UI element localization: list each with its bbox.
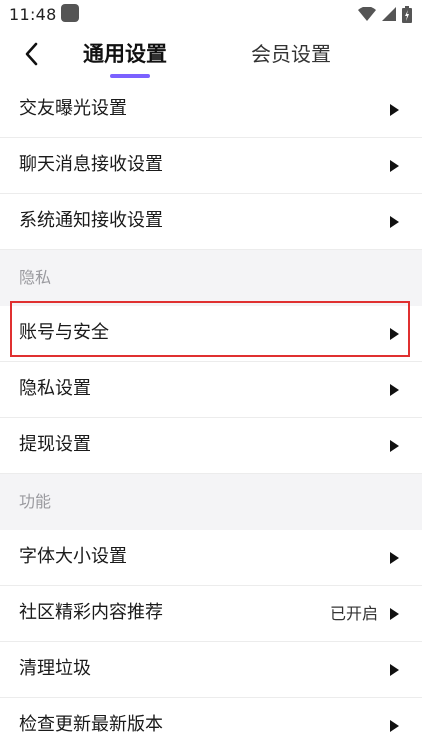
section-header-privacy: 隐私: [0, 250, 422, 306]
tab-general-settings[interactable]: 通用设置: [83, 40, 167, 68]
chevron-left-icon: [25, 42, 38, 66]
header: 通用设置 会员设置: [0, 28, 422, 82]
row-community-recommendation[interactable]: 社区精彩内容推荐 已开启: [0, 586, 422, 642]
battery-icon: [402, 5, 412, 23]
row-label: 聊天消息接收设置: [19, 154, 163, 175]
section-label: 功能: [19, 492, 52, 511]
wifi-icon: [358, 7, 376, 21]
arrow-right-icon: [390, 664, 399, 676]
arrow-right-icon: [390, 216, 399, 228]
row-font-size-settings[interactable]: 字体大小设置: [0, 530, 422, 586]
row-label: 检查更新最新版本: [19, 714, 163, 735]
status-time: 11:48: [9, 5, 57, 24]
active-tab-indicator: [110, 74, 150, 78]
arrow-right-icon: [390, 328, 399, 340]
row-clear-cache[interactable]: 清理垃圾: [0, 642, 422, 698]
row-label: 账号与安全: [19, 322, 109, 343]
section-label: 隐私: [19, 268, 52, 287]
row-label: 隐私设置: [19, 378, 91, 399]
row-label: 提现设置: [19, 434, 91, 455]
arrow-right-icon: [390, 440, 399, 452]
row-label: 社区精彩内容推荐: [19, 602, 163, 623]
row-privacy-settings[interactable]: 隐私设置: [0, 362, 422, 418]
status-bar: 11:48: [0, 0, 422, 28]
settings-list: 交友曝光设置 聊天消息接收设置 系统通知接收设置 隐私 账号与安全 隐私设置 提…: [0, 82, 422, 750]
row-exposure-settings[interactable]: 交友曝光设置: [0, 82, 422, 138]
signal-icon: [382, 7, 396, 21]
row-chat-message-settings[interactable]: 聊天消息接收设置: [0, 138, 422, 194]
row-withdraw-settings[interactable]: 提现设置: [0, 418, 422, 474]
arrow-right-icon: [390, 160, 399, 172]
app-notification-icon: [61, 4, 79, 22]
row-label: 清理垃圾: [19, 658, 91, 679]
tab-member-settings[interactable]: 会员设置: [251, 40, 331, 68]
arrow-right-icon: [390, 104, 399, 116]
row-label: 系统通知接收设置: [19, 210, 163, 231]
row-label: 交友曝光设置: [19, 98, 127, 119]
arrow-right-icon: [390, 384, 399, 396]
arrow-right-icon: [390, 608, 399, 620]
arrow-right-icon: [390, 552, 399, 564]
row-system-notification-settings[interactable]: 系统通知接收设置: [0, 194, 422, 250]
arrow-right-icon: [390, 720, 399, 732]
status-value: 已开启: [329, 604, 378, 623]
row-label: 字体大小设置: [19, 546, 127, 567]
row-account-security[interactable]: 账号与安全: [0, 306, 422, 362]
back-button[interactable]: [16, 38, 48, 70]
row-check-update[interactable]: 检查更新最新版本: [0, 698, 422, 750]
section-header-features: 功能: [0, 474, 422, 530]
status-icons: [358, 5, 412, 23]
